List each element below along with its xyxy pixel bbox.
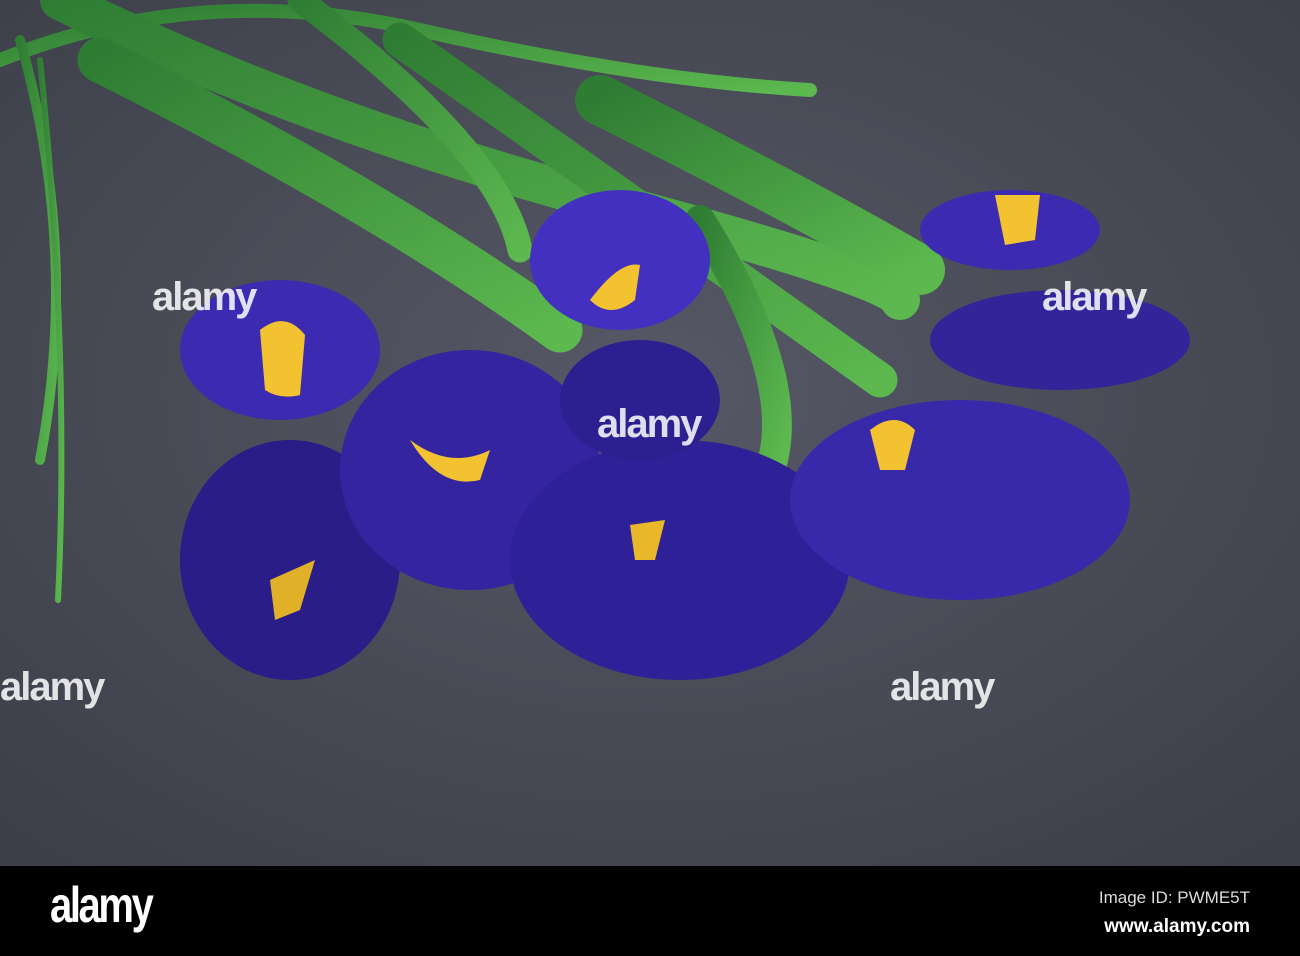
watermark: alamy xyxy=(1042,275,1147,319)
watermark: alamy xyxy=(0,665,105,709)
site-url: www.alamy.com xyxy=(1104,916,1250,937)
watermark: alamy xyxy=(597,402,702,446)
watermark: alamy xyxy=(152,275,257,319)
alamy-logo: alamy xyxy=(50,877,154,933)
watermark: alamy xyxy=(890,665,995,709)
image-id: Image ID: PWME5T xyxy=(1098,888,1250,907)
footer-bar: alamy Image ID: PWME5T www.alamy.com xyxy=(0,866,1300,956)
